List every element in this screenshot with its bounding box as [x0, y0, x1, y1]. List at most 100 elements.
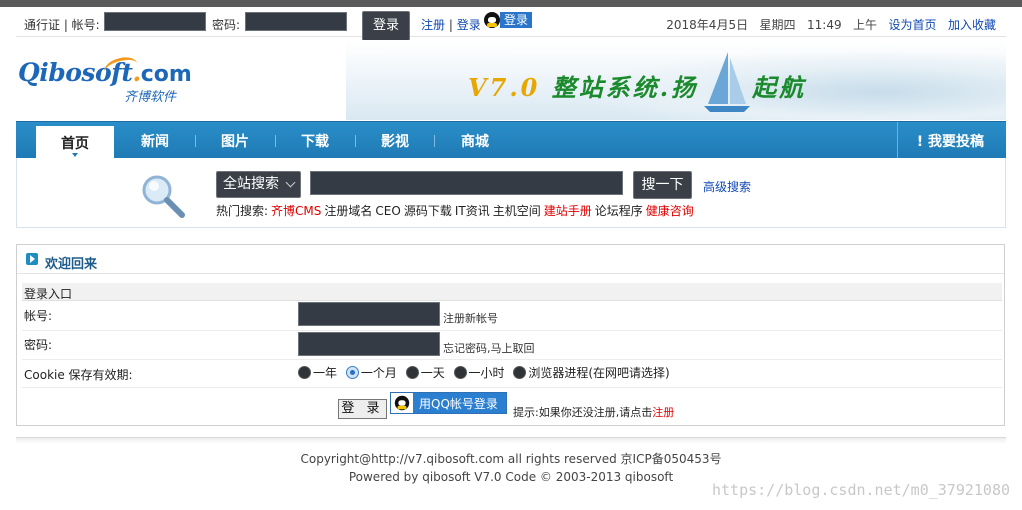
cookie-option-day[interactable]: 一天	[405, 364, 445, 381]
cookie-label: Cookie 保存有效期:	[24, 368, 133, 382]
hot-search-item[interactable]: 源码下载	[404, 204, 452, 218]
cookie-option-hour[interactable]: 一小时	[453, 364, 505, 381]
play-arrow-icon	[26, 253, 38, 265]
cookie-options: 一年 一个月 一天 一小时 浏览器进程(在网吧请选择)	[298, 364, 675, 382]
advanced-search-link[interactable]: 高级搜索	[703, 178, 751, 195]
hot-search-item[interactable]: 齐博CMS	[271, 204, 321, 218]
hot-search-item[interactable]: 建站手册	[544, 204, 592, 218]
exclamation-icon: !	[916, 134, 924, 150]
radio-label: 一小时	[468, 366, 505, 380]
cookie-option-month[interactable]: 一个月	[345, 364, 397, 381]
nav-item-home[interactable]: 首页	[36, 126, 114, 159]
passport-account-label: 通行证 | 帐号:	[24, 18, 100, 32]
qq-login-label: 登录	[500, 12, 533, 28]
search-area: 全站搜索 搜一下 高级搜索 热门搜索: 齐博CMS 注册域名 CEO 源码下载 IT资讯主…	[16, 158, 1006, 228]
forgot-password-link[interactable]: 忘记密码,马上取回	[443, 340, 535, 356]
password-row: 密码: 忘记密码,马上取回	[22, 331, 1002, 360]
qq-account-login-button[interactable]: 用QQ帐号登录	[390, 392, 507, 414]
nav-item-images[interactable]: 图片	[196, 122, 274, 159]
radio-icon	[513, 366, 527, 379]
hot-search-label: 热门搜索:	[216, 204, 269, 218]
cookie-row: Cookie 保存有效期: 一年 一个月 一天 一小时 浏览器进程(在网吧请选择…	[22, 360, 1002, 388]
logo-com: com	[140, 62, 192, 87]
nav-vertical-divider	[897, 122, 898, 159]
radio-label: 浏览器进程(在网吧请选择)	[528, 366, 670, 380]
login-panel: 欢迎回来 登录入口 帐号: 注册新帐号 密码: 忘记密码,马上取回 Cookie…	[16, 244, 1005, 426]
hot-search-item[interactable]: 健康咨询	[646, 204, 694, 218]
login-link[interactable]: 登录	[457, 18, 481, 32]
top-password-input[interactable]	[245, 12, 347, 31]
panel-title: 欢迎回来	[45, 257, 98, 272]
add-favorite-link[interactable]: 加入收藏	[948, 18, 996, 32]
top-right-info: 2018年4月5日 星期四 11:49 上午 设为首页 加入收藏	[666, 16, 996, 33]
radio-selected-icon	[345, 366, 359, 379]
slogan-text-2: 起航	[752, 73, 807, 102]
current-date: 2018年4月5日	[666, 18, 749, 32]
site-banner: Qibosoft.com 齐博软件 V7.0 整站系统.扬 起航	[16, 40, 1006, 120]
top-password-label: 密码:	[212, 18, 241, 32]
contribute-link[interactable]: ! 我要投稿	[917, 122, 984, 159]
nav-item-mall[interactable]: 商城	[436, 122, 514, 159]
qq-penguin-icon	[484, 12, 500, 28]
qq-penguin-icon	[391, 393, 413, 413]
chevron-down-icon	[285, 177, 296, 188]
site-logo[interactable]: Qibosoft.com 齐博软件	[18, 53, 192, 105]
panel-header: 欢迎回来	[17, 245, 1004, 274]
slogan-version: V7.0	[468, 73, 541, 102]
radio-icon	[453, 366, 467, 379]
search-scope-value: 全站搜索	[223, 176, 279, 192]
search-scope-select[interactable]: 全站搜索	[216, 171, 301, 198]
top-login-bar: 通行证 | 帐号: 密码: 登录 注册 | 登录 登录 2018年4月5日 星期…	[16, 9, 1006, 41]
radio-icon	[298, 366, 311, 379]
nav-item-news[interactable]: 新闻	[116, 122, 194, 159]
footer-divider	[16, 437, 1006, 444]
browser-top-strip	[0, 0, 1022, 7]
hot-search-item[interactable]: CEO	[375, 204, 400, 218]
account-label: 帐号:	[24, 309, 53, 323]
register-link[interactable]: 注册	[421, 18, 445, 32]
account-row: 帐号: 注册新帐号	[22, 302, 1002, 331]
login-section-header: 登录入口	[22, 283, 1002, 301]
magnifier-icon	[142, 175, 185, 218]
hot-searches: 热门搜索: 齐博CMS 注册域名 CEO 源码下载 IT资讯 主机空间 建站手册 论坛程序 健康咨…	[216, 202, 697, 219]
register-tip-text: 提示:如果你还没注册,请点击	[513, 406, 653, 419]
main-nav: 首页 新闻 图片 下载 影视 商城 ! 我要投稿	[16, 121, 1006, 159]
login-section-title: 登录入口	[24, 287, 73, 301]
radio-label: 一天	[420, 366, 445, 380]
current-weekday: 星期四	[759, 18, 796, 32]
footer-copyright: Copyright@http://v7.qibosoft.com all rig…	[300, 452, 722, 466]
cookie-option-year[interactable]: 一年	[298, 364, 337, 381]
cookie-option-browser[interactable]: 浏览器进程(在网吧请选择)	[513, 364, 670, 381]
csdn-watermark: https://blog.csdn.net/m0_37921080	[711, 481, 1010, 499]
nav-separator	[434, 135, 435, 147]
set-homepage-link[interactable]: 设为首页	[889, 18, 937, 32]
logo-chinese-name: 齐博软件	[124, 90, 177, 105]
qq-login-text: 用QQ帐号登录	[419, 396, 498, 411]
top-account-input[interactable]	[104, 12, 206, 31]
nav-item-video[interactable]: 影视	[342, 122, 448, 159]
radio-icon	[405, 366, 419, 379]
top-login-button[interactable]: 登录	[362, 11, 410, 41]
password-field[interactable]	[298, 332, 440, 356]
radio-label: 一个月	[360, 366, 397, 380]
slogan-text-1: 整站系统.扬	[551, 73, 699, 102]
register-new-link[interactable]: 注册新帐号	[443, 310, 498, 326]
current-ampm: 上午	[853, 18, 878, 32]
search-input[interactable]	[310, 171, 623, 195]
panel-login-button[interactable]: 登 录	[338, 399, 387, 419]
divider: |	[448, 18, 453, 32]
hot-search-item[interactable]: 注册域名	[324, 204, 372, 218]
current-time: 11:49	[807, 18, 842, 32]
qq-login-button[interactable]: 登录	[484, 12, 533, 28]
contribute-label: 我要投稿	[928, 134, 984, 150]
account-field[interactable]	[298, 302, 440, 326]
register-tip: 提示:如果你还没注册,请点击注册	[513, 404, 674, 420]
radio-label: 一年	[313, 366, 338, 380]
hot-search-item[interactable]: 论坛程序	[595, 204, 643, 218]
hot-search-item[interactable]: IT资讯	[455, 204, 490, 218]
hot-search-item[interactable]: 主机空间	[493, 204, 541, 218]
register-tip-link[interactable]: 注册	[652, 406, 674, 419]
password-label: 密码:	[24, 338, 53, 352]
search-button[interactable]: 搜一下	[633, 171, 692, 199]
sailboat-icon	[704, 52, 750, 112]
